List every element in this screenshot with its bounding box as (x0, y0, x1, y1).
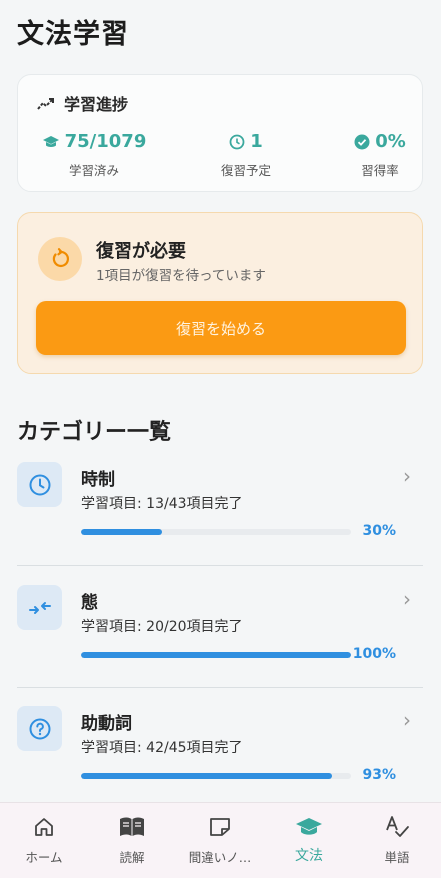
nav-label: 単語 (384, 850, 410, 865)
category-icon-box (17, 585, 62, 630)
review-icon-circle (38, 237, 82, 281)
category-icon-box (17, 706, 62, 751)
stat-mastery-value: 0% (375, 131, 406, 152)
note-icon (210, 818, 230, 836)
stat-mastery: 0% 習得率 (340, 131, 420, 179)
home-icon (35, 818, 53, 836)
nav-label: 文法 (295, 848, 323, 864)
nav-item-mistake-notes[interactable]: 間違いノ… (176, 813, 264, 866)
review-card: 復習が必要 1項目が復習を待っています 復習を始める (17, 212, 423, 374)
divider (17, 687, 423, 688)
clock-icon (229, 134, 245, 149)
nav-item-vocabulary[interactable]: 単語 (353, 813, 441, 866)
graduation-cap-icon (42, 135, 59, 147)
category-item-voice[interactable]: 態 学習項目: 20/20項目完了 › 100% (0, 585, 441, 707)
chevron-right-icon: › (403, 587, 411, 611)
progress-header: 学習進捗 (36, 91, 128, 115)
divider (17, 565, 423, 566)
stat-mastery-caption: 習得率 (361, 163, 399, 178)
help-circle-icon (29, 718, 50, 739)
category-icon-box (17, 462, 62, 507)
nav-label: ホーム (25, 850, 63, 865)
category-progress-fill (81, 773, 333, 779)
category-progress-bar (81, 529, 351, 535)
clock-icon (29, 474, 50, 495)
stat-review: 1 復習予定 (196, 131, 296, 179)
bottom-nav: ホーム 読解 間違いノ… 文法 単語 (0, 802, 441, 878)
progress-card: 学習進捗 75/1079 学習済み 1 復習予定 0% 習得率 (17, 74, 423, 192)
categories-title: カテゴリー一覧 (17, 420, 172, 445)
category-title: 助動詞 (81, 714, 132, 734)
page-title: 文法学習 (17, 19, 129, 50)
category-percent: 93% (362, 767, 396, 783)
swap-arrows-icon (28, 601, 51, 614)
category-title: 態 (81, 593, 98, 613)
category-progress-bar (81, 652, 351, 658)
nav-item-reading[interactable]: 読解 (88, 813, 176, 866)
stat-learned-caption: 学習済み (68, 163, 119, 178)
stat-learned-value: 75/1079 (64, 131, 147, 152)
nav-label: 間違いノ… (188, 850, 252, 865)
start-review-button[interactable]: 復習を始める (36, 301, 406, 355)
category-title: 時制 (81, 470, 115, 490)
review-title: 復習が必要 (96, 241, 186, 262)
book-icon (120, 817, 144, 836)
category-progress-text: 学習項目: 20/20項目完了 (81, 619, 243, 635)
category-progress-fill (81, 652, 351, 658)
nav-item-grammar[interactable]: 文法 (265, 813, 353, 865)
stat-review-value: 1 (250, 131, 263, 152)
progress-header-label: 学習進捗 (64, 95, 129, 114)
category-progress-text: 学習項目: 13/43項目完了 (81, 496, 243, 512)
stat-learned: 75/1079 学習済み (38, 131, 150, 179)
check-badge-icon (354, 134, 370, 149)
category-percent: 30% (362, 523, 396, 539)
nav-label: 読解 (119, 850, 145, 865)
category-progress-text: 学習項目: 42/45項目完了 (81, 740, 243, 756)
trend-icon (37, 98, 54, 110)
chevron-right-icon: › (403, 708, 411, 732)
spell-check-icon (386, 816, 409, 837)
nav-item-home[interactable]: ホーム (0, 813, 88, 866)
graduation-cap-icon (296, 818, 322, 835)
chevron-right-icon: › (403, 464, 411, 488)
stat-review-caption: 復習予定 (220, 163, 271, 178)
category-progress-bar (81, 773, 351, 779)
category-progress-fill (81, 529, 162, 535)
review-subtitle: 1項目が復習を待っています (96, 268, 266, 284)
refresh-icon (52, 248, 69, 267)
category-percent: 100% (352, 646, 396, 662)
